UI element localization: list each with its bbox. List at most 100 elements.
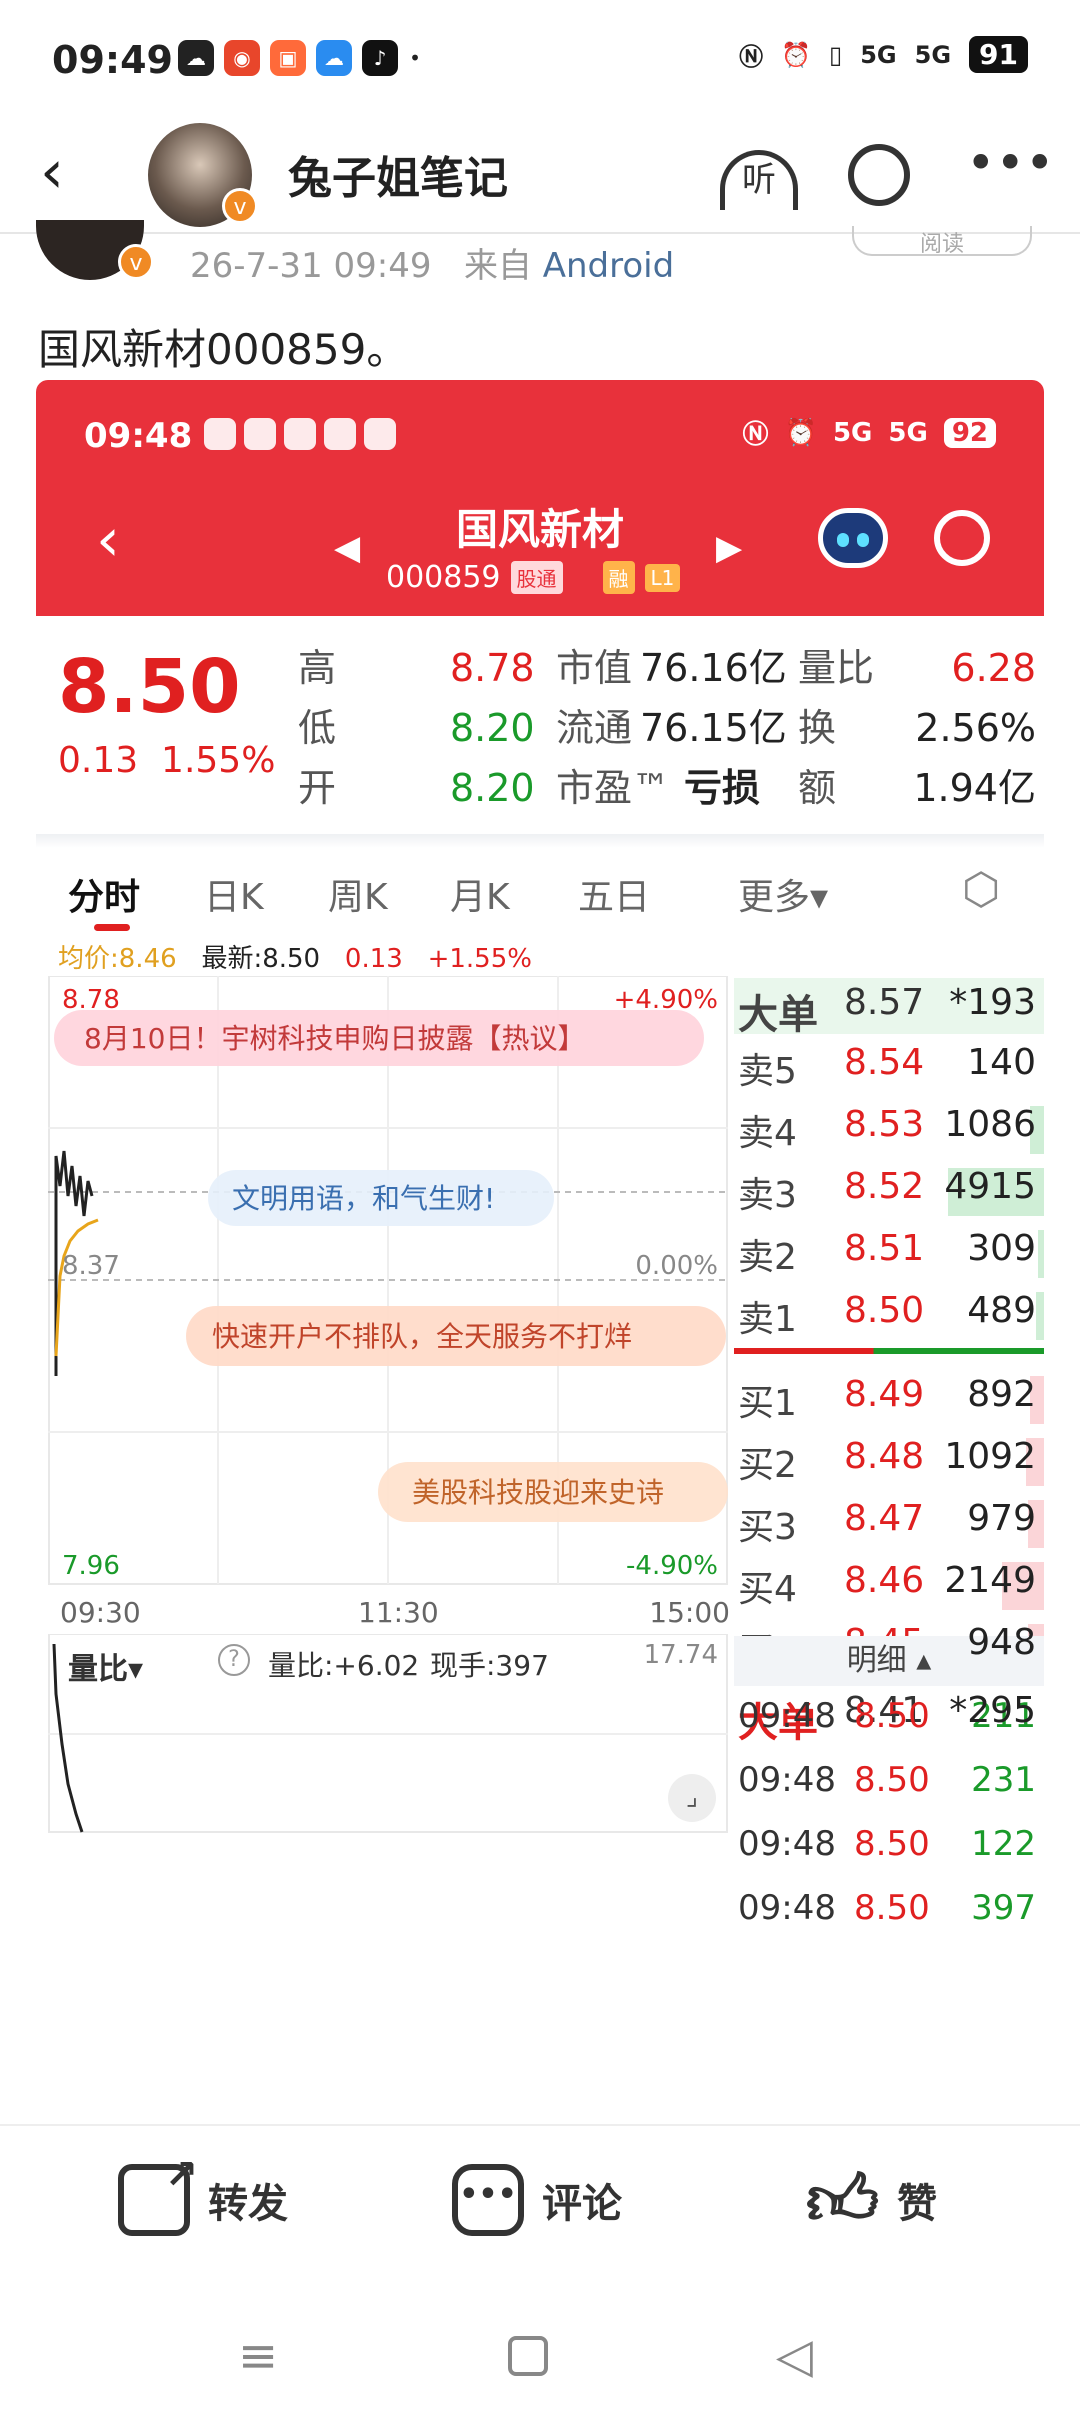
tab-five-day: 五日 bbox=[578, 877, 651, 918]
more-dot-icon: • bbox=[409, 46, 421, 70]
tab-intraday: 分时 bbox=[68, 877, 141, 918]
tab-monthly-k: 月K bbox=[450, 877, 510, 918]
home-icon[interactable] bbox=[508, 2336, 548, 2376]
current-price: 8.50 bbox=[58, 644, 241, 730]
quote-values: 8.78 8.20 8.20 bbox=[450, 646, 535, 810]
sell-row: 卖5 8.54 140 bbox=[738, 1042, 1036, 1092]
tag: 融 bbox=[602, 561, 635, 594]
alarm-icon: ⏰ bbox=[781, 40, 811, 69]
weibo-icon bbox=[244, 418, 276, 450]
search-icon[interactable] bbox=[848, 144, 910, 206]
tiktok-icon: ♪ bbox=[362, 40, 398, 76]
quote-labels: 量比 换 额 bbox=[798, 646, 875, 810]
buy-row: 买4 8.46 2149 bbox=[734, 1556, 1044, 1612]
sell-row: 卖1 8.50 489 bbox=[734, 1286, 1044, 1342]
comment-banner: 美股科技股迎来史诗 bbox=[412, 1476, 664, 1509]
app-icon: ▣ bbox=[270, 40, 306, 76]
read-button[interactable]: 阅读 bbox=[852, 226, 1032, 257]
tab-indicator bbox=[94, 924, 130, 931]
menu-icon[interactable]: ≡ bbox=[238, 2328, 278, 2384]
volume-ratio-value: 量比:+6.02 bbox=[268, 1649, 420, 1682]
post-text: 国风新材000859。 bbox=[38, 325, 409, 374]
signal-icon: 5G bbox=[914, 40, 952, 69]
chart-mid-pct: 0.00% bbox=[635, 1251, 718, 1281]
verified-badge-icon: v bbox=[222, 188, 258, 224]
username[interactable]: 兔子姐笔记 bbox=[288, 142, 508, 206]
buy-row: 买3 8.47 979 bbox=[734, 1494, 1044, 1550]
post-meta: 26-7-31 09:49 来自 Android bbox=[190, 238, 674, 287]
battery-icon: 92 bbox=[943, 417, 996, 448]
comment-banner: 快速开户不排队，全天服务不打烊 bbox=[212, 1320, 632, 1353]
sell-row: 卖4 8.53 1086 bbox=[734, 1100, 1044, 1156]
status-bar: 09:49 ☁ ◉ ▣ ☁ ♪ • Ⓝ ⏰ ▯ 5G 5G 91 bbox=[0, 0, 1080, 120]
comment-button[interactable]: ••• 评论 bbox=[452, 2164, 622, 2236]
stock-app-header: 09:48 Ⓝ ⏰ 5G 5G 92 ‹ ◀ 国风新材 ▶ 000859 股通 融 L… bbox=[36, 380, 1044, 616]
wechat-icon: ☁ bbox=[178, 40, 214, 76]
cloud-icon bbox=[324, 418, 356, 450]
signal-icon: 5G bbox=[860, 40, 897, 69]
stock-name: 国风新材 bbox=[455, 505, 624, 554]
back-nav-icon[interactable]: ◁ bbox=[776, 2328, 813, 2384]
volume-ratio-chart: 量比▾ ? 量比:+6.02 现手:397 17.74 ⌟ bbox=[48, 1634, 728, 1834]
more-icon[interactable]: ••• bbox=[966, 134, 1054, 192]
post-image[interactable]: 09:48 Ⓝ ⏰ 5G 5G 92 ‹ ◀ 国风新材 ▶ 000859 股通 融 L… bbox=[36, 380, 1044, 2100]
nfc-icon: Ⓝ bbox=[742, 420, 769, 450]
help-icon: ? bbox=[218, 1644, 250, 1676]
tiktok-icon bbox=[364, 418, 396, 450]
volume-ratio-select: 量比▾ bbox=[68, 1652, 144, 1687]
tab-weekly-k: 周K bbox=[328, 877, 388, 918]
sell-row: 卖2 8.51 309 bbox=[734, 1224, 1044, 1280]
notification-icons: ☁ ◉ ▣ ☁ ♪ • bbox=[178, 40, 422, 76]
volume-max: 17.74 bbox=[643, 1640, 718, 1670]
chart-mid-price: 8.37 bbox=[62, 1251, 120, 1281]
comment-banner: 文明用语，和气生财! bbox=[232, 1182, 495, 1215]
quote-values: 76.16亿 76.15亿 亏损 bbox=[640, 646, 787, 810]
post-header: ‹ v 兔子姐笔记 听 ••• bbox=[0, 120, 1080, 230]
detail-row: 09:48 8.50 397 bbox=[738, 1888, 1036, 1928]
battery-icon: 91 bbox=[969, 36, 1028, 73]
current-hand: 现手:397 bbox=[430, 1649, 549, 1682]
signal-icon: 5G bbox=[888, 417, 928, 448]
post-source: Android bbox=[542, 246, 675, 286]
headphone-icon[interactable]: 听 bbox=[720, 150, 798, 210]
quote-labels: 高 低 开 bbox=[298, 646, 337, 810]
vibrate-icon: ▯ bbox=[829, 40, 843, 69]
notification-icons bbox=[204, 418, 396, 450]
settings-icon: ⬡ bbox=[962, 864, 1001, 915]
chart-low-price: 7.96 bbox=[62, 1551, 120, 1581]
like-button[interactable]: 👍︎ 赞 bbox=[806, 2164, 937, 2236]
buy-row: 买2 8.48 1092 bbox=[734, 1432, 1044, 1488]
buy-row: 买1 8.49 892 bbox=[734, 1370, 1044, 1426]
tab-more: 更多▾ bbox=[738, 877, 829, 918]
signal-icon: 5G bbox=[832, 417, 873, 448]
stock-code-row: 000859 股通 融 L1 bbox=[386, 560, 681, 595]
repost-button[interactable]: ↗ 转发 bbox=[118, 2152, 288, 2236]
app-icon bbox=[284, 418, 316, 450]
search-icon bbox=[934, 510, 990, 566]
post-date: 26-7-31 09:49 bbox=[190, 246, 432, 286]
big-sell-row: 大单 8.57 *193 bbox=[734, 978, 1044, 1038]
weibo-icon: ◉ bbox=[224, 40, 260, 76]
chart-tabs: 分时 日K 周K 月K 五日 更多▾ ⬡ bbox=[36, 850, 1044, 940]
comment-banner: 8月10日！宇树科技申购日披露【热议】 bbox=[84, 1022, 585, 1055]
tag: 股通 bbox=[510, 561, 563, 594]
next-stock-icon: ▶ bbox=[716, 528, 743, 568]
alarm-icon: ⏰ bbox=[784, 417, 817, 448]
tag: L1 bbox=[644, 563, 681, 592]
quote-values: 6.28 2.56% 1.94亿 bbox=[913, 646, 1036, 810]
back-icon[interactable]: ‹ bbox=[40, 142, 64, 202]
thumbs-up-icon: 👍︎ bbox=[806, 2159, 880, 2241]
detail-row: 09:48 8.50 231 bbox=[738, 1760, 1036, 1800]
robot-icon bbox=[818, 508, 888, 568]
time-axis: 09:30 11:30 15:00 bbox=[60, 1596, 730, 1629]
quote-panel: 8.50 0.13 1.55% 高 低 开 8.78 8.20 8.20 市值 … bbox=[36, 616, 1044, 832]
stock-code: 000859 bbox=[386, 560, 501, 595]
system-icons: Ⓝ ⏰ 5G 5G 92 bbox=[743, 414, 996, 451]
sell-row: 卖3 8.52 4915 bbox=[734, 1162, 1044, 1218]
expand-icon: ⌟ bbox=[668, 1774, 716, 1822]
comment-icon: ••• bbox=[452, 2164, 524, 2236]
cloud-icon: ☁ bbox=[316, 40, 352, 76]
detail-row: 09:48 8.50 122 bbox=[738, 1824, 1036, 1864]
share-icon: ↗ bbox=[118, 2152, 198, 2236]
status-time: 09:49 bbox=[52, 38, 173, 82]
